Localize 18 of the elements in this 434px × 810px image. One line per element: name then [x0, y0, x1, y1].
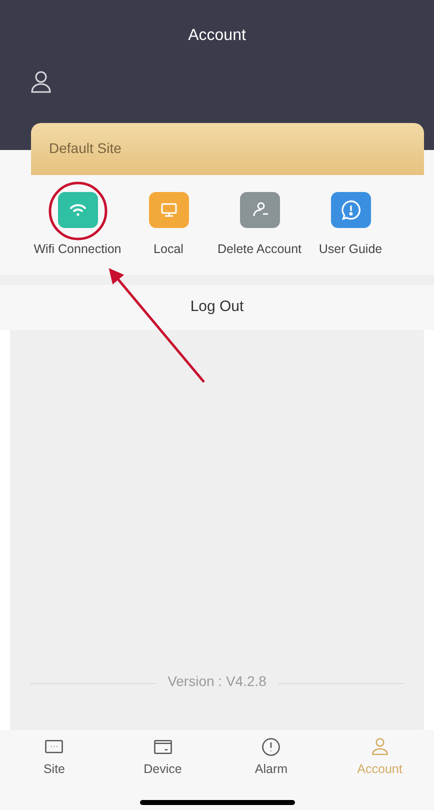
monitor-icon: [148, 192, 188, 228]
tab[interactable]: Site: [0, 736, 108, 779]
annotation-circle: [48, 182, 108, 240]
action-button[interactable]: Delete Account: [214, 192, 305, 259]
wifi-icon: [58, 192, 98, 228]
exclamation-bubble-icon: [330, 192, 370, 228]
tab[interactable]: Alarm: [217, 736, 326, 779]
tab[interactable]: Device: [108, 736, 217, 779]
site-card[interactable]: Default Site: [31, 123, 424, 175]
screen-title: Account: [188, 26, 246, 46]
user-icon: [30, 70, 52, 94]
log-out-button[interactable]: Log Out: [190, 296, 244, 319]
person-minus-icon: [240, 192, 280, 228]
site-name: Default Site: [49, 140, 122, 156]
version-text: Version : V4.2.8: [168, 672, 266, 691]
action-button[interactable]: Wifi Connection: [32, 192, 123, 259]
action-button[interactable]: Local: [123, 192, 214, 259]
action-button[interactable]: User Guide: [305, 192, 396, 259]
